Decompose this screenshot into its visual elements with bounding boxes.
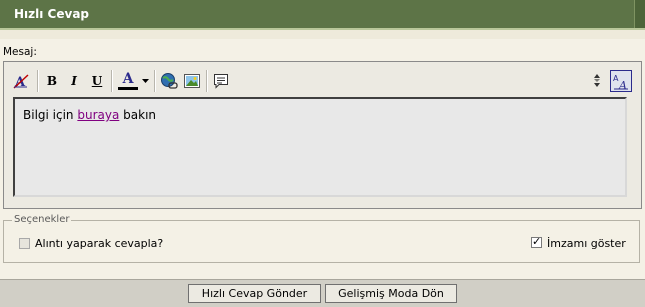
italic-button[interactable]: I bbox=[64, 71, 84, 91]
toolbar-separator bbox=[111, 70, 113, 92]
font-color-icon[interactable]: A bbox=[116, 71, 140, 91]
font-color-dropdown[interactable] bbox=[140, 71, 150, 91]
toolbar-separator bbox=[154, 70, 156, 92]
toolbar-separator bbox=[37, 70, 39, 92]
toolbar-separator bbox=[206, 70, 208, 92]
quick-reply-header: Hızlı Cevap bbox=[0, 0, 645, 30]
chevron-down-icon bbox=[141, 78, 149, 83]
remove-format-icon[interactable]: A bbox=[11, 71, 31, 91]
editor-toolbar: A B I U A bbox=[4, 62, 641, 96]
quote-reply-checkbox[interactable] bbox=[19, 238, 30, 249]
collapse-toggle[interactable] bbox=[634, 0, 645, 28]
svg-text:A: A bbox=[618, 79, 627, 90]
message-textarea[interactable]: Bilgi için buraya bakın bbox=[13, 97, 627, 197]
quote-reply-label: Alıntı yaparak cevapla? bbox=[35, 237, 164, 250]
message-editor: A B I U A bbox=[3, 61, 642, 209]
checkmark-icon: ✓ bbox=[532, 235, 542, 248]
font-color-glyph: A bbox=[122, 71, 134, 87]
options-fieldset: Seçenekler Alıntı yaparak cevapla? ✓ İmz… bbox=[3, 214, 640, 263]
message-text-after: bakın bbox=[119, 108, 157, 122]
switch-mode-icon: A A bbox=[613, 74, 628, 90]
message-label: Mesaj: bbox=[3, 46, 37, 58]
submit-quick-reply-button[interactable]: Hızlı Cevap Gönder bbox=[188, 284, 321, 303]
insert-link-icon[interactable] bbox=[159, 71, 179, 91]
show-signature-checkbox[interactable]: ✓ bbox=[531, 235, 542, 248]
bold-button[interactable]: B bbox=[42, 71, 62, 91]
header-spacer bbox=[0, 30, 645, 39]
header-title: Hızlı Cevap bbox=[14, 7, 89, 21]
underline-button[interactable]: U bbox=[87, 71, 107, 91]
font-color-swatch bbox=[118, 87, 138, 90]
switch-editor-mode-button[interactable]: A A bbox=[610, 70, 632, 92]
message-text-before: Bilgi için bbox=[23, 108, 78, 122]
footer-bar: Hızlı Cevap Gönder Gelişmiş Moda Dön bbox=[0, 279, 645, 307]
insert-image-icon[interactable] bbox=[182, 71, 202, 91]
message-link[interactable]: buraya bbox=[77, 108, 119, 122]
go-advanced-button[interactable]: Gelişmiş Moda Dön bbox=[325, 284, 457, 303]
resize-arrows-icon[interactable] bbox=[591, 71, 603, 91]
options-legend: Seçenekler bbox=[12, 214, 72, 225]
quote-icon[interactable] bbox=[211, 71, 231, 91]
show-signature-label: İmzamı göster bbox=[547, 237, 626, 250]
